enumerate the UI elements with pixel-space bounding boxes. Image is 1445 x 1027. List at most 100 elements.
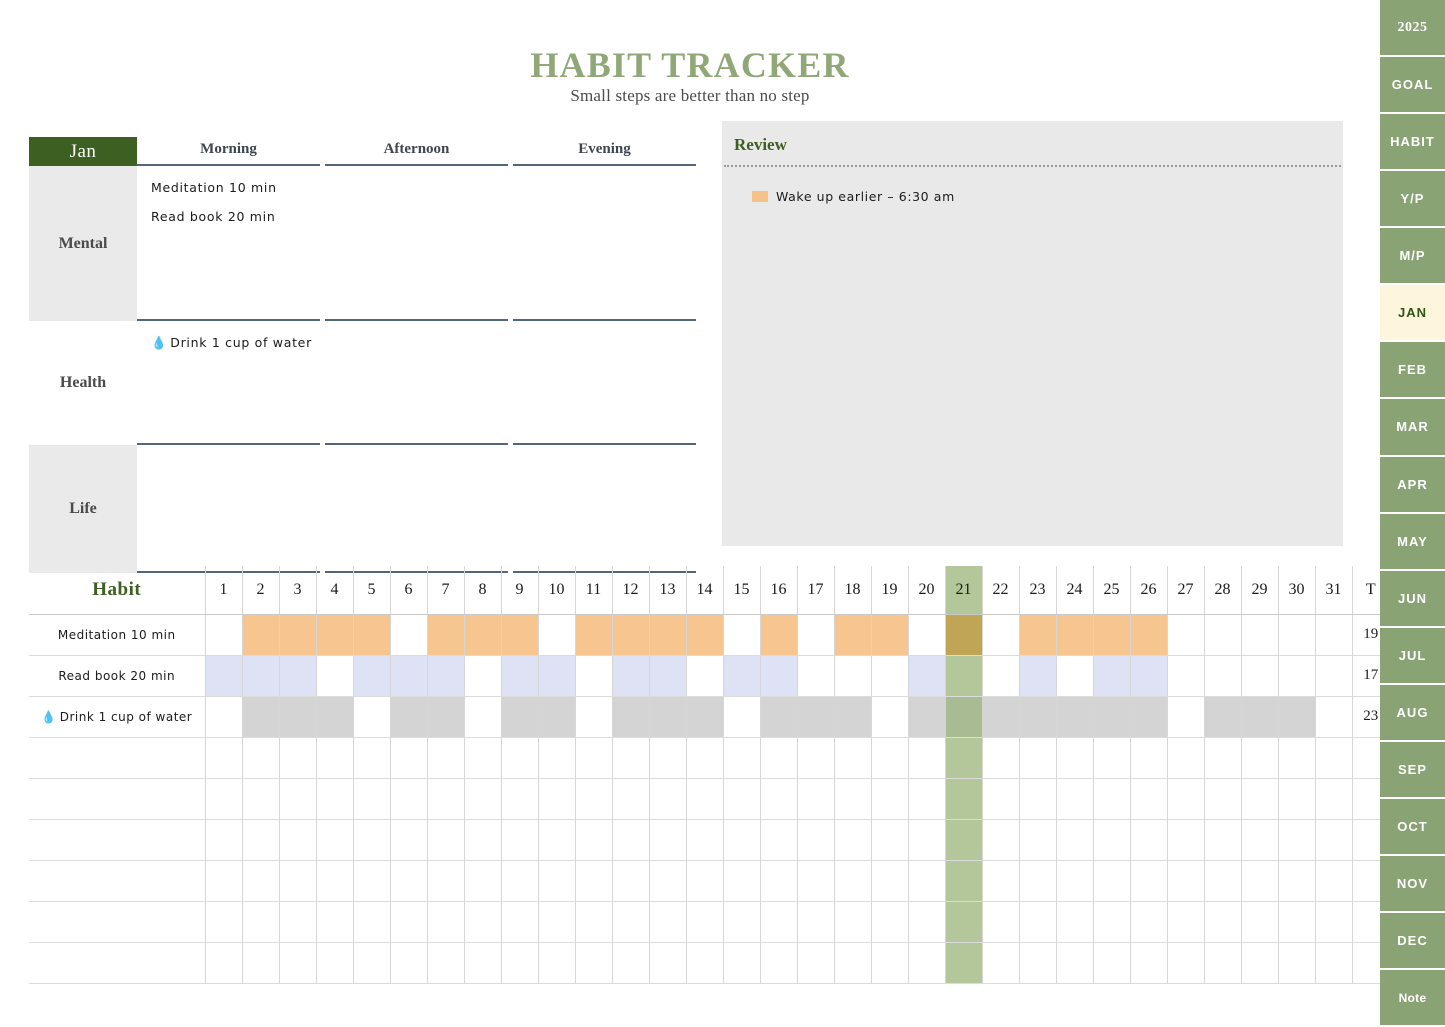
habit-cell-3[interactable]: [278, 655, 316, 697]
habit-cell-empty-27[interactable]: [1166, 778, 1204, 820]
habit-cell-empty-15[interactable]: [722, 901, 760, 943]
day-header-11[interactable]: 11: [574, 566, 612, 615]
habit-row-label-empty[interactable]: [29, 860, 205, 902]
day-header-31[interactable]: 31: [1314, 566, 1352, 615]
habit-cell-empty-7[interactable]: [426, 737, 464, 779]
habit-cell-empty-1[interactable]: [204, 778, 242, 820]
planner-cell-health-morning[interactable]: 💧 Drink 1 cup of water: [137, 321, 320, 445]
day-header-23[interactable]: 23: [1018, 566, 1056, 615]
habit-cell-empty-2[interactable]: [241, 778, 279, 820]
habit-cell-empty-17[interactable]: [796, 901, 834, 943]
habit-cell-empty-2[interactable]: [241, 942, 279, 984]
habit-cell-empty-23[interactable]: [1018, 778, 1056, 820]
habit-cell-18[interactable]: [833, 614, 871, 656]
habit-cell-empty-27[interactable]: [1166, 737, 1204, 779]
habit-cell-empty-18[interactable]: [833, 737, 871, 779]
day-header-9[interactable]: 9: [500, 566, 538, 615]
habit-cell-empty-5[interactable]: [352, 901, 390, 943]
habit-cell-empty-6[interactable]: [389, 737, 427, 779]
habit-cell-empty-17[interactable]: [796, 778, 834, 820]
sidebar-tab-may[interactable]: MAY: [1380, 513, 1445, 569]
habit-cell-3[interactable]: [278, 614, 316, 656]
habit-cell-28[interactable]: [1203, 614, 1241, 656]
habit-cell-empty-1[interactable]: [204, 819, 242, 861]
habit-row-label-empty[interactable]: [29, 778, 205, 820]
habit-cell-empty-31[interactable]: [1314, 942, 1352, 984]
habit-cell-15[interactable]: [722, 696, 760, 738]
habit-cell-empty-5[interactable]: [352, 942, 390, 984]
day-header-26[interactable]: 26: [1129, 566, 1167, 615]
habit-cell-empty-5[interactable]: [352, 737, 390, 779]
day-header-20[interactable]: 20: [907, 566, 945, 615]
habit-cell-empty-12[interactable]: [611, 819, 649, 861]
day-header-27[interactable]: 27: [1166, 566, 1204, 615]
day-header-16[interactable]: 16: [759, 566, 797, 615]
month-label[interactable]: Jan: [29, 137, 137, 166]
habit-cell-empty-13[interactable]: [648, 737, 686, 779]
day-header-6[interactable]: 6: [389, 566, 427, 615]
review-item[interactable]: Wake up earlier – 6:30 am: [752, 189, 1343, 204]
habit-cell-empty-18[interactable]: [833, 901, 871, 943]
habit-cell-empty-17[interactable]: [796, 819, 834, 861]
habit-cell-empty-7[interactable]: [426, 778, 464, 820]
habit-cell-empty-4[interactable]: [315, 901, 353, 943]
habit-cell-17[interactable]: [796, 614, 834, 656]
habit-cell-17[interactable]: [796, 655, 834, 697]
habit-cell-empty-29[interactable]: [1240, 778, 1278, 820]
habit-cell-empty-23[interactable]: [1018, 901, 1056, 943]
habit-cell-1[interactable]: [204, 655, 242, 697]
habit-cell-30[interactable]: [1277, 696, 1315, 738]
habit-cell-empty-3[interactable]: [278, 819, 316, 861]
habit-row-label-empty[interactable]: [29, 737, 205, 779]
habit-cell-empty-10[interactable]: [537, 860, 575, 902]
habit-cell-11[interactable]: [574, 655, 612, 697]
habit-cell-empty-9[interactable]: [500, 778, 538, 820]
habit-cell-empty-29[interactable]: [1240, 819, 1278, 861]
planner-cell-mental-morning[interactable]: Meditation 10 min Read book 20 min: [137, 166, 320, 321]
habit-cell-empty-11[interactable]: [574, 942, 612, 984]
day-header-12[interactable]: 12: [611, 566, 649, 615]
day-header-15[interactable]: 15: [722, 566, 760, 615]
habit-cell-21[interactable]: [944, 655, 982, 697]
planner-cell-health-evening[interactable]: [513, 321, 696, 445]
habit-cell-empty-29[interactable]: [1240, 942, 1278, 984]
habit-cell-empty-23[interactable]: [1018, 942, 1056, 984]
habit-cell-empty-21[interactable]: [944, 778, 982, 820]
habit-cell-24[interactable]: [1055, 655, 1093, 697]
habit-cell-empty-15[interactable]: [722, 819, 760, 861]
sidebar-tab-nov[interactable]: NOV: [1380, 855, 1445, 911]
habit-cell-4[interactable]: [315, 696, 353, 738]
habit-cell-30[interactable]: [1277, 655, 1315, 697]
habit-cell-empty-14[interactable]: [685, 860, 723, 902]
habit-cell-empty-4[interactable]: [315, 778, 353, 820]
habit-cell-empty-16[interactable]: [759, 860, 797, 902]
habit-cell-29[interactable]: [1240, 655, 1278, 697]
habit-cell-7[interactable]: [426, 696, 464, 738]
habit-cell-empty-4[interactable]: [315, 819, 353, 861]
habit-cell-empty-27[interactable]: [1166, 860, 1204, 902]
habit-cell-3[interactable]: [278, 696, 316, 738]
habit-cell-empty-9[interactable]: [500, 819, 538, 861]
planner-cell-life-evening[interactable]: [513, 445, 696, 573]
habit-cell-5[interactable]: [352, 696, 390, 738]
habit-cell-31[interactable]: [1314, 614, 1352, 656]
habit-cell-empty-23[interactable]: [1018, 819, 1056, 861]
habit-cell-empty-31[interactable]: [1314, 819, 1352, 861]
habit-cell-empty-11[interactable]: [574, 737, 612, 779]
habit-cell-empty-9[interactable]: [500, 737, 538, 779]
sidebar-tab-m-p[interactable]: M/P: [1380, 228, 1445, 284]
habit-cell-28[interactable]: [1203, 696, 1241, 738]
habit-cell-empty-24[interactable]: [1055, 942, 1093, 984]
habit-cell-empty-21[interactable]: [944, 860, 982, 902]
habit-cell-29[interactable]: [1240, 696, 1278, 738]
habit-cell-empty-29[interactable]: [1240, 860, 1278, 902]
habit-cell-empty-22[interactable]: [981, 737, 1019, 779]
habit-cell-empty-19[interactable]: [870, 942, 908, 984]
habit-cell-empty-18[interactable]: [833, 860, 871, 902]
habit-cell-empty-13[interactable]: [648, 819, 686, 861]
habit-cell-empty-6[interactable]: [389, 860, 427, 902]
habit-cell-16[interactable]: [759, 614, 797, 656]
habit-cell-empty-13[interactable]: [648, 860, 686, 902]
habit-cell-8[interactable]: [463, 655, 501, 697]
habit-cell-empty-12[interactable]: [611, 860, 649, 902]
